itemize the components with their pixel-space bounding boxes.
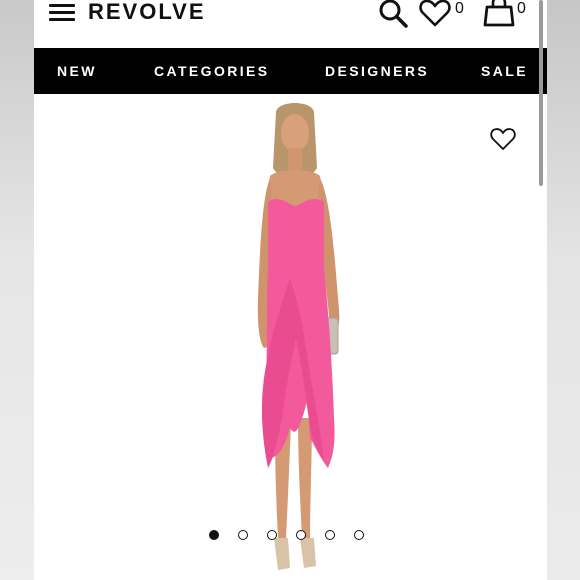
product-photo[interactable]: [220, 98, 370, 580]
gallery-dot[interactable]: [209, 530, 219, 540]
search-icon[interactable]: [377, 0, 409, 28]
brand-logo[interactable]: REVOLVE: [88, 0, 206, 25]
gallery-dot[interactable]: [296, 530, 306, 540]
screen: REVOLVE 0 0 NEW CATEGORIES DESIGNERS SAL…: [34, 0, 547, 580]
top-bar: REVOLVE 0 0: [34, 0, 547, 48]
product-gallery: [34, 94, 547, 580]
nav-new[interactable]: NEW: [57, 63, 97, 79]
gallery-dot[interactable]: [325, 530, 335, 540]
bag-count: 0: [517, 0, 526, 17]
main-nav: NEW CATEGORIES DESIGNERS SALE: [34, 48, 547, 94]
gallery-dot[interactable]: [354, 530, 364, 540]
background-left: [0, 0, 34, 580]
heart-icon[interactable]: [419, 0, 451, 27]
wishlist-heart-icon[interactable]: [490, 127, 516, 151]
scrollbar[interactable]: [539, 0, 543, 186]
gallery-pagination: [209, 530, 379, 542]
gallery-dot[interactable]: [238, 530, 248, 540]
nav-sale[interactable]: SALE: [481, 63, 528, 79]
nav-designers[interactable]: DESIGNERS: [325, 63, 429, 79]
nav-categories[interactable]: CATEGORIES: [154, 63, 270, 79]
menu-icon[interactable]: [49, 4, 75, 22]
bag-icon[interactable]: [482, 0, 516, 28]
gallery-dot[interactable]: [267, 530, 277, 540]
wishlist-count: 0: [455, 0, 464, 17]
background-right: [547, 0, 580, 580]
